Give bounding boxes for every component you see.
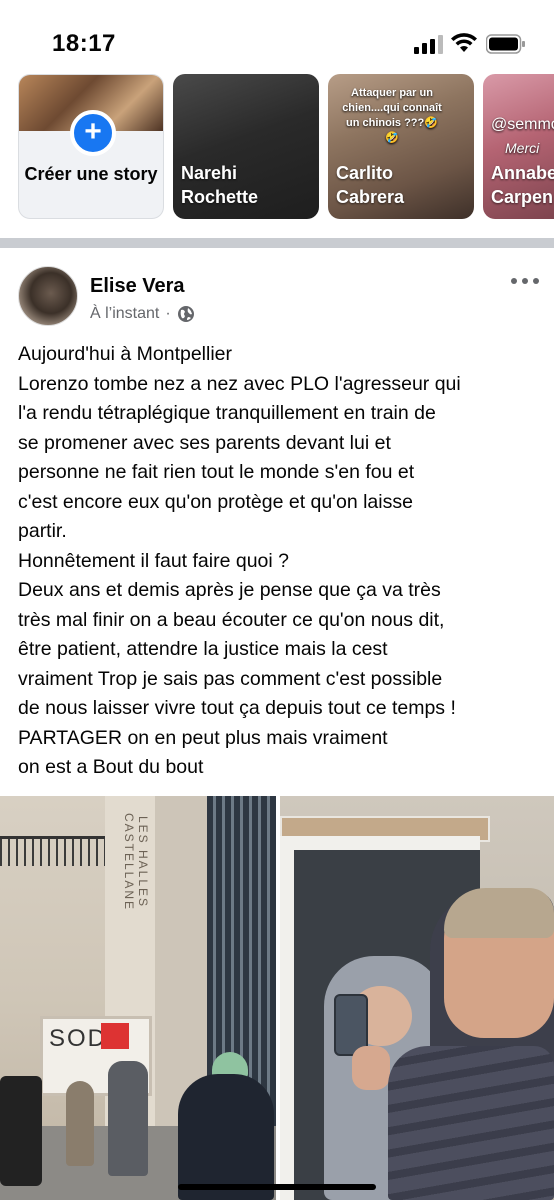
post-line: Deux ans et demis après je pense que ça … [18, 579, 441, 601]
post-author-name[interactable]: Elise Vera [90, 275, 185, 298]
post-line: Lorenzo tombe nez a nez avec PLO l'agres… [18, 372, 461, 395]
post-line: l'a rendu tétraplégique tranquillement e… [18, 402, 436, 424]
post-line: être patient, attendre la justice mais l… [18, 638, 388, 660]
post-line: se promener avec ses parents devant lui … [18, 431, 391, 454]
post-photo-street[interactable]: LES HALLES CASTELLANE SOD [0, 796, 276, 1200]
story-caption: @semmo [491, 116, 554, 133]
pedestrian [108, 1061, 148, 1176]
more-options-icon[interactable] [508, 270, 542, 292]
pedestrian [178, 1074, 274, 1200]
hair [444, 888, 554, 938]
post-line: Honnêtement il faut faire quoi ? [18, 549, 290, 572]
plus-icon[interactable]: + [70, 110, 116, 156]
avatar[interactable] [18, 266, 78, 326]
wifi-icon [451, 33, 477, 52]
post-line: vraiment Trop je sais pas comment c'est … [18, 667, 443, 690]
story-card[interactable]: @semmo Merci Annabe Carpen [483, 74, 554, 219]
post-line: Aujourd'hui à Montpellier [18, 343, 233, 365]
puffer-jacket [388, 1046, 554, 1200]
hand [352, 1046, 390, 1090]
story-author-first: Annabe [491, 163, 554, 183]
building-sign: LES HALLES CASTELLANE [122, 812, 150, 912]
story-card[interactable]: Attaquer par un chien....qui connaît un … [328, 74, 474, 219]
post-photo-encounter[interactable] [280, 796, 554, 1200]
story-author-name: Narehi Rochette [181, 161, 258, 209]
post-line: personne ne fait rien tout le monde s'en… [18, 461, 415, 483]
status-bar: 18:17 [0, 0, 554, 72]
create-story-card[interactable]: + Créer une story [18, 74, 164, 219]
signal-icon [414, 35, 443, 54]
post-line: on est a Bout du bout [18, 756, 204, 778]
story-caption: Attaquer par un chien....qui connaît un … [342, 87, 442, 144]
shop-red-panel [101, 1023, 129, 1049]
story-author-name: Carlito Cabrera [336, 161, 404, 209]
post-line: très mal finir on a beau écouter ce qu'o… [18, 608, 445, 631]
shop-sign: SOD [49, 1025, 108, 1052]
post-meta: À l’instant · [90, 305, 195, 323]
post-line: PARTAGER on en peut plus mais vraiment [18, 726, 388, 749]
post-line: c'est encore eux qu'on protège et qu'on … [18, 490, 413, 513]
post-timestamp[interactable]: À l’instant [90, 305, 159, 323]
stories-tray: + Créer une story Narehi Rochette Attaqu… [0, 72, 554, 232]
meta-separator: · [165, 305, 171, 322]
battery-icon [486, 34, 525, 54]
story-card[interactable]: Narehi Rochette [173, 74, 319, 219]
story-author-last: Rochette [181, 187, 259, 207]
create-story-label: Créer une story [24, 164, 158, 184]
pedestrian [66, 1081, 94, 1166]
post-line: partir. [18, 520, 67, 542]
feed-divider [0, 238, 554, 248]
story-author-first: Narehi [181, 163, 238, 183]
scooter [0, 1076, 42, 1186]
story-author-last: Cabrera [336, 187, 405, 207]
status-time: 18:17 [52, 30, 116, 57]
globe-icon [177, 306, 194, 322]
story-caption: Merci [505, 140, 540, 156]
story-author-first: Carlito [336, 163, 394, 183]
post-body: Aujourd'hui à Montpellier Lorenzo tombe … [18, 340, 544, 783]
story-author-last: Carpen [491, 187, 554, 207]
story-author-name: Annabe Carpen [491, 161, 554, 209]
home-indicator[interactable] [178, 1184, 376, 1190]
post-line: de nous laisser vivre tout ça depuis tou… [18, 697, 456, 719]
balcony [0, 836, 105, 866]
